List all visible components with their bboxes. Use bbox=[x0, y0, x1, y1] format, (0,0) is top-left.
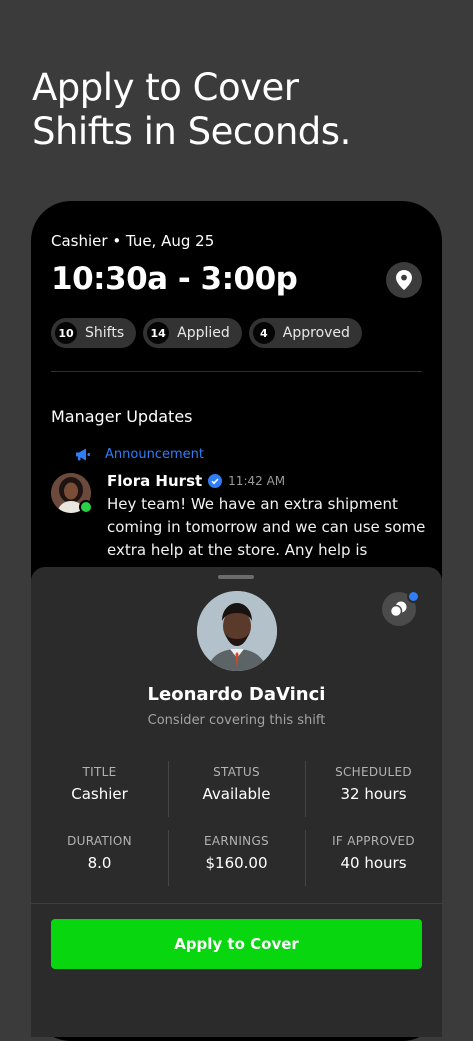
message-time: 11:42 AM bbox=[228, 474, 286, 488]
message-text: Hey team! We have an extra shipment comi… bbox=[107, 495, 426, 559]
chip-count: 4 bbox=[252, 322, 275, 344]
message-author: Flora Hurst bbox=[107, 472, 203, 490]
stat-status: STATUS Available bbox=[168, 761, 305, 817]
profile-photo bbox=[197, 591, 277, 671]
message-header: Flora Hurst 11:42 AM bbox=[107, 472, 285, 490]
shift-time: 10:30a - 3:00p bbox=[51, 261, 298, 297]
chip-count: 10 bbox=[55, 322, 77, 344]
profile-subtitle: Consider covering this shift bbox=[147, 713, 326, 728]
verified-badge-icon bbox=[208, 474, 223, 488]
headline-line-2: Shifts in Seconds. bbox=[32, 110, 351, 153]
divider bbox=[31, 903, 442, 904]
profile-avatar bbox=[197, 591, 277, 671]
chip-approved[interactable]: 4 Approved bbox=[248, 318, 362, 348]
stat-value: Cashier bbox=[71, 785, 128, 803]
chip-shifts[interactable]: 10 Shifts bbox=[51, 318, 137, 348]
stat-value: 40 hours bbox=[340, 854, 407, 872]
chat-bubbles-icon bbox=[390, 601, 407, 617]
sheet-drag-handle[interactable] bbox=[218, 575, 254, 579]
stat-duration: DURATION 8.0 bbox=[31, 830, 168, 886]
shift-subtitle: Cashier • Tue, Aug 25 bbox=[51, 232, 215, 250]
online-status-dot bbox=[79, 500, 93, 514]
announcement-label: Announcement bbox=[105, 447, 204, 462]
chip-applied[interactable]: 14 Applied bbox=[143, 318, 242, 348]
stat-earnings: EARNINGS $160.00 bbox=[168, 830, 305, 886]
location-button[interactable] bbox=[386, 262, 422, 298]
stat-label: IF APPROVED bbox=[332, 834, 415, 848]
chip-label: Shifts bbox=[85, 325, 125, 341]
notification-dot bbox=[407, 590, 420, 603]
bottom-sheet: Leonardo DaVinci Consider covering this … bbox=[31, 567, 442, 1037]
stat-if-approved: IF APPROVED 40 hours bbox=[305, 830, 442, 886]
stat-title: TITLE Cashier bbox=[31, 761, 168, 817]
chip-count: 14 bbox=[147, 322, 170, 344]
profile-name: Leonardo DaVinci bbox=[147, 684, 326, 705]
announcement-tag: Announcement bbox=[75, 447, 204, 462]
headline: Apply to Cover Shifts in Seconds. bbox=[32, 66, 351, 154]
chip-label: Approved bbox=[282, 325, 350, 341]
shift-chips: 10 Shifts 14 Applied 4 Approved bbox=[51, 318, 362, 348]
stats-row: DURATION 8.0 EARNINGS $160.00 IF APPROVE… bbox=[31, 830, 442, 886]
manager-updates-title: Manager Updates bbox=[51, 407, 193, 426]
stats-row: TITLE Cashier STATUS Available SCHEDULED… bbox=[31, 761, 442, 817]
stat-label: EARNINGS bbox=[204, 834, 269, 848]
map-pin-icon bbox=[396, 270, 412, 290]
shift-stats: TITLE Cashier STATUS Available SCHEDULED… bbox=[31, 761, 442, 899]
stat-value: $160.00 bbox=[205, 854, 268, 872]
stat-label: TITLE bbox=[82, 765, 117, 779]
stat-label: DURATION bbox=[67, 834, 132, 848]
stat-value: 8.0 bbox=[87, 854, 112, 872]
stat-label: STATUS bbox=[213, 765, 260, 779]
chip-label: Applied bbox=[177, 325, 230, 341]
apply-to-cover-button[interactable]: Apply to Cover bbox=[51, 919, 422, 969]
megaphone-icon bbox=[76, 448, 90, 461]
headline-line-1: Apply to Cover bbox=[32, 66, 299, 109]
stat-scheduled: SCHEDULED 32 hours bbox=[305, 761, 442, 817]
stat-value: 32 hours bbox=[340, 785, 407, 803]
stat-label: SCHEDULED bbox=[335, 765, 412, 779]
stat-value: Available bbox=[202, 785, 271, 803]
divider bbox=[51, 371, 422, 372]
